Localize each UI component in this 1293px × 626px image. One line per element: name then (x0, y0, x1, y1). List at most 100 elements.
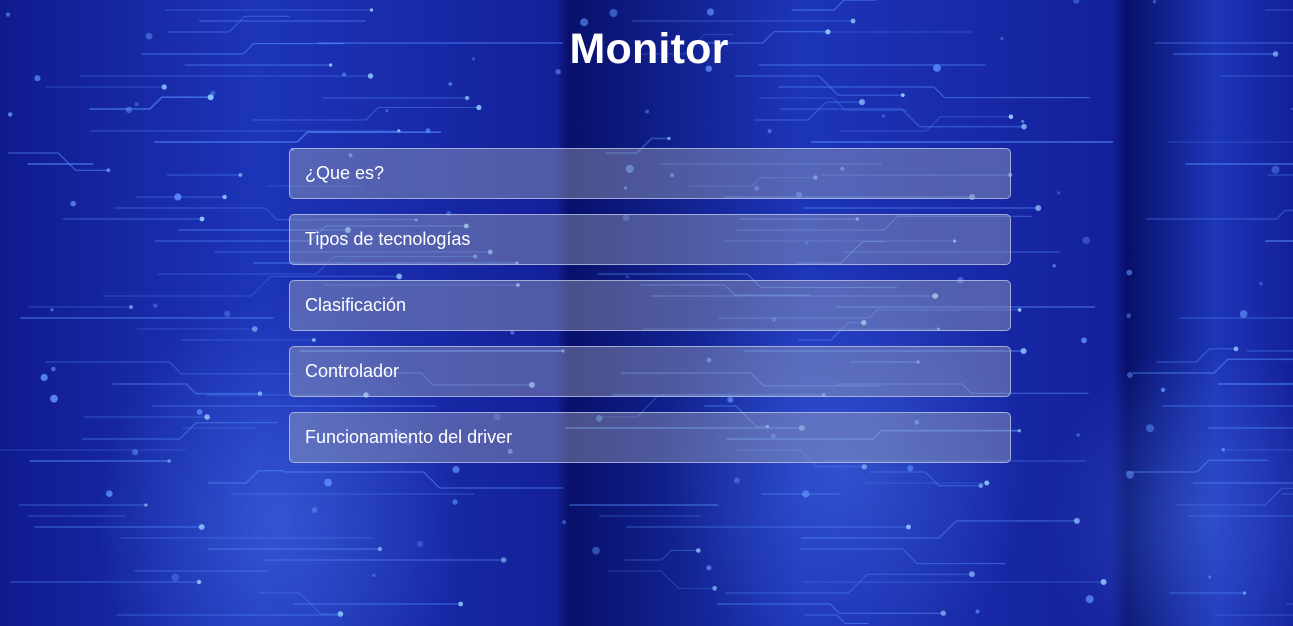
circuit-dot (40, 373, 48, 382)
circuit-trace (1168, 141, 1293, 143)
circuit-dot (706, 565, 712, 571)
circuit-dot (132, 449, 139, 456)
circuit-dot (1146, 424, 1154, 433)
circuit-trace (1145, 209, 1293, 220)
circuit-dot (1126, 470, 1134, 479)
circuit-node (1073, 517, 1080, 524)
page-title: Monitor (569, 25, 729, 73)
circuit-trace (717, 603, 944, 614)
circuit-node (222, 194, 227, 200)
circuit-dot (385, 109, 389, 113)
circuit-node (196, 579, 202, 585)
circuit-trace (154, 131, 441, 143)
circuit-dot (125, 106, 133, 114)
circuit-dot (1076, 433, 1080, 437)
topic-menu: ¿Que es? Tipos de tecnologías Clasificac… (289, 148, 1011, 478)
circuit-trace (1175, 487, 1293, 506)
circuit-dot (1085, 595, 1094, 604)
circuit-trace (624, 550, 699, 561)
circuit-trace (82, 422, 278, 440)
circuit-dot (1082, 236, 1090, 245)
circuit-node (1233, 346, 1239, 352)
circuit-node (198, 524, 205, 530)
menu-item-controlador[interactable]: Controlador (289, 346, 1011, 397)
circuit-node (476, 104, 482, 111)
circuit-node (238, 173, 243, 177)
circuit-dot (174, 193, 182, 201)
circuit-dot (417, 540, 424, 548)
circuit-dot (70, 200, 76, 207)
circuit-dot (802, 490, 810, 498)
circuit-trace (1246, 350, 1293, 352)
circuit-dot (1073, 0, 1080, 4)
circuit-dot (134, 102, 139, 106)
circuit-dot (1126, 269, 1133, 276)
circuit-trace (1156, 348, 1236, 363)
circuit-dot (1056, 191, 1061, 195)
circuit-trace (799, 548, 1006, 565)
circuit-dot (1052, 264, 1056, 268)
circuit-dot (324, 478, 332, 487)
circuit-node (501, 557, 507, 563)
circuit-trace (801, 520, 1077, 539)
circuit-dot (1271, 165, 1280, 174)
circuit-node (367, 73, 374, 79)
circuit-dot (106, 490, 113, 498)
circuit-node (984, 480, 990, 486)
circuit-trace (1217, 383, 1293, 385)
circuit-node (900, 93, 905, 97)
circuit-dot (1081, 337, 1087, 344)
circuit-node (712, 585, 718, 591)
circuit-dot (1160, 387, 1166, 393)
circuit-dot (50, 394, 58, 403)
circuit-trace (1126, 459, 1268, 473)
circuit-dot (8, 112, 13, 117)
circuit-dot (1221, 447, 1225, 452)
circuit-node (1242, 591, 1247, 595)
circuit-trace (8, 152, 109, 171)
circuit-trace (252, 107, 479, 121)
circuit-dot (171, 573, 180, 582)
circuit-node (458, 601, 464, 607)
menu-item-tipos-de-tecnologias[interactable]: Tipos de tecnologías (289, 214, 1011, 265)
circuit-node (1035, 205, 1042, 211)
circuit-dot (1208, 575, 1212, 579)
circuit-node (696, 548, 701, 553)
circuit-trace (112, 383, 260, 395)
circuit-trace (754, 101, 862, 121)
circuit-dot (5, 12, 11, 17)
circuit-node (850, 18, 856, 24)
circuit-dot (645, 109, 650, 114)
circuit-node (859, 99, 865, 106)
circuit-node (464, 95, 470, 101)
circuit-dot (562, 520, 567, 525)
menu-item-funcionamiento-del-driver[interactable]: Funcionamiento del driver (289, 412, 1011, 463)
circuit-node (906, 524, 911, 530)
menu-item-clasificacion[interactable]: Clasificación (289, 280, 1011, 331)
circuit-dot (881, 114, 886, 118)
circuit-trace (735, 75, 903, 96)
menu-item-que-es[interactable]: ¿Que es? (289, 148, 1011, 199)
circuit-dot (196, 409, 203, 415)
circuit-node (940, 610, 946, 616)
circuit-node (167, 459, 171, 463)
circuit-dot (1239, 310, 1248, 318)
circuit-node (129, 305, 134, 309)
circuit-trace (607, 570, 715, 589)
circuit-dot (1127, 372, 1133, 378)
circuit-trace (791, 0, 877, 11)
circuit-dot (975, 609, 980, 614)
circuit-trace (778, 86, 1090, 99)
circuit-dot (425, 128, 431, 134)
circuit-dot (152, 303, 158, 309)
circuit-node (1008, 114, 1014, 120)
circuit-node (377, 546, 383, 552)
circuit-dot (448, 82, 453, 86)
circuit-trace (89, 96, 211, 110)
circuit-dot (224, 310, 231, 317)
circuit-node (667, 136, 671, 141)
circuit-node (1100, 579, 1107, 585)
circuit-node (369, 8, 374, 12)
circuit-dot (1152, 0, 1157, 4)
circuit-dot (210, 90, 216, 96)
